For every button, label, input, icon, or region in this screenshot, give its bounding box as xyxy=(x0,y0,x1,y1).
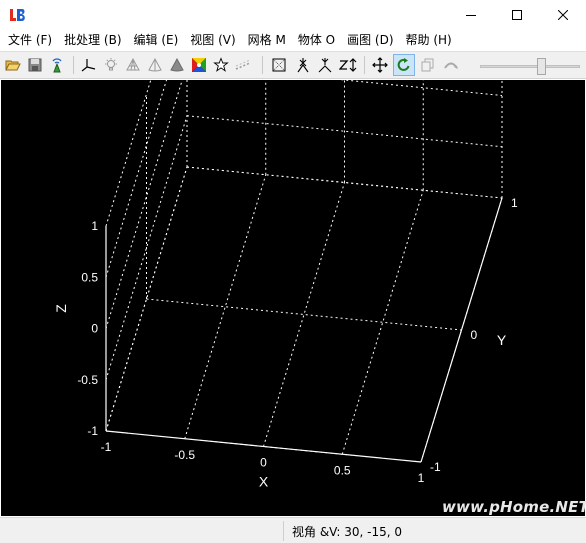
undo-icon xyxy=(444,62,458,69)
zoom-slider[interactable] xyxy=(478,56,582,76)
toolbar-separator xyxy=(73,56,74,74)
status-separator xyxy=(283,521,284,541)
light-button[interactable] xyxy=(100,54,122,76)
menu-file[interactable]: 文件 (F) xyxy=(2,30,58,51)
wireframe-cone-icon xyxy=(126,57,140,71)
copy-button[interactable] xyxy=(417,54,439,76)
menu-batch[interactable]: 批处理 (B) xyxy=(58,30,127,51)
outline-cone-button[interactable] xyxy=(144,54,166,76)
slider-track xyxy=(480,65,580,68)
pan-icon xyxy=(372,57,388,73)
z-tick-label: 0 xyxy=(91,322,98,336)
antenna-button[interactable] xyxy=(46,54,68,76)
grid-line-floor-x xyxy=(263,182,345,447)
x-tick-label: -1 xyxy=(101,440,112,454)
x-axis-title: X xyxy=(259,474,269,490)
star-icon xyxy=(213,57,229,72)
grid-line-floor-x xyxy=(184,174,267,439)
z-axis-icon xyxy=(339,58,357,72)
status-bar: 视角 &V: 30, -15, 0 xyxy=(0,517,586,543)
menu-bar: 文件 (F) 批处理 (B) 编辑 (E) 视图 (V) 网格 M 物体 O 画… xyxy=(0,30,586,51)
menu-edit[interactable]: 编辑 (E) xyxy=(128,30,185,51)
colormap-icon xyxy=(192,58,206,72)
solid-cone-icon xyxy=(170,57,184,72)
light-icon xyxy=(105,58,117,71)
z-tick-label: 1 xyxy=(91,219,98,233)
z-tick-label: -1 xyxy=(87,424,98,438)
grid-line-floor-y xyxy=(146,298,462,331)
colormap-button[interactable] xyxy=(188,54,210,76)
rotate-button[interactable] xyxy=(393,54,415,76)
x-tick-label: 1 xyxy=(418,471,425,485)
axes-button[interactable] xyxy=(78,54,100,76)
menu-draw[interactable]: 画图 (D) xyxy=(341,30,399,51)
menu-mesh[interactable]: 网格 M xyxy=(242,30,292,51)
box-button[interactable] xyxy=(268,54,290,76)
save-button[interactable] xyxy=(24,54,46,76)
toolbar xyxy=(0,51,586,79)
minimize-icon xyxy=(466,15,476,16)
close-button[interactable] xyxy=(540,0,586,30)
outline-cone-icon xyxy=(148,57,162,72)
open-folder-icon xyxy=(5,60,21,71)
toolbar-separator xyxy=(262,56,263,74)
slider-thumb[interactable] xyxy=(537,58,547,75)
x-tick-label: 0.5 xyxy=(334,463,351,477)
star-button[interactable] xyxy=(210,54,232,76)
dashed-line-icon xyxy=(235,59,251,70)
z-axis-button[interactable] xyxy=(338,54,360,76)
maximize-button[interactable] xyxy=(494,0,540,30)
y-tick-label: 1 xyxy=(511,196,518,210)
y-axis-icon xyxy=(318,58,332,73)
open-button[interactable] xyxy=(2,54,24,76)
undo-button[interactable] xyxy=(440,54,462,76)
plot-3d-axes: -1 -0.5 0 0.5 1 -1 0 1 -1 -0.5 0 0.5 1 X Y Z xyxy=(53,0,518,490)
watermark-text: www.pHome.NET xyxy=(442,498,586,516)
dashed-line-button[interactable] xyxy=(232,54,254,76)
y-tick-label: 0 xyxy=(471,328,478,342)
x-axis-icon xyxy=(297,58,309,73)
z-tick-label: 0.5 xyxy=(81,270,98,284)
app-logo-icon xyxy=(10,9,25,21)
plot-area[interactable]: -1 -0.5 0 0.5 1 -1 0 1 -1 -0.5 0 0.5 1 X Y Z xyxy=(1,0,585,516)
maximize-icon xyxy=(512,10,522,20)
pan-button[interactable] xyxy=(369,54,391,76)
wireframe-cone-button[interactable] xyxy=(122,54,144,76)
rotate-icon xyxy=(397,58,410,71)
toolbar-separator xyxy=(364,56,365,74)
antenna-icon xyxy=(52,58,62,73)
x-tick-label: 0 xyxy=(260,456,267,470)
save-icon xyxy=(28,58,42,72)
solid-cone-button[interactable] xyxy=(166,54,188,76)
y-axis-line xyxy=(420,197,503,463)
copy-icon xyxy=(421,58,434,72)
y-tick-label: -1 xyxy=(430,460,441,474)
y-axis-button[interactable] xyxy=(314,54,336,76)
title-bar xyxy=(0,0,586,30)
minimize-button[interactable] xyxy=(448,0,494,30)
y-axis-title: Y xyxy=(497,332,507,348)
menu-object[interactable]: 物体 O xyxy=(292,30,341,51)
close-icon xyxy=(558,10,568,20)
box-icon xyxy=(272,58,286,72)
axes-icon xyxy=(81,59,96,72)
view-angle-status: 视角 &V: 30, -15, 0 xyxy=(292,525,403,539)
z-axis-title: Z xyxy=(53,304,69,313)
x-tick-label: -0.5 xyxy=(174,448,195,462)
grid-line-floor-x xyxy=(341,190,424,455)
menu-help[interactable]: 帮助 (H) xyxy=(400,30,458,51)
menu-view[interactable]: 视图 (V) xyxy=(184,30,241,51)
z-tick-label: -0.5 xyxy=(77,373,98,387)
x-axis-button[interactable] xyxy=(292,54,314,76)
